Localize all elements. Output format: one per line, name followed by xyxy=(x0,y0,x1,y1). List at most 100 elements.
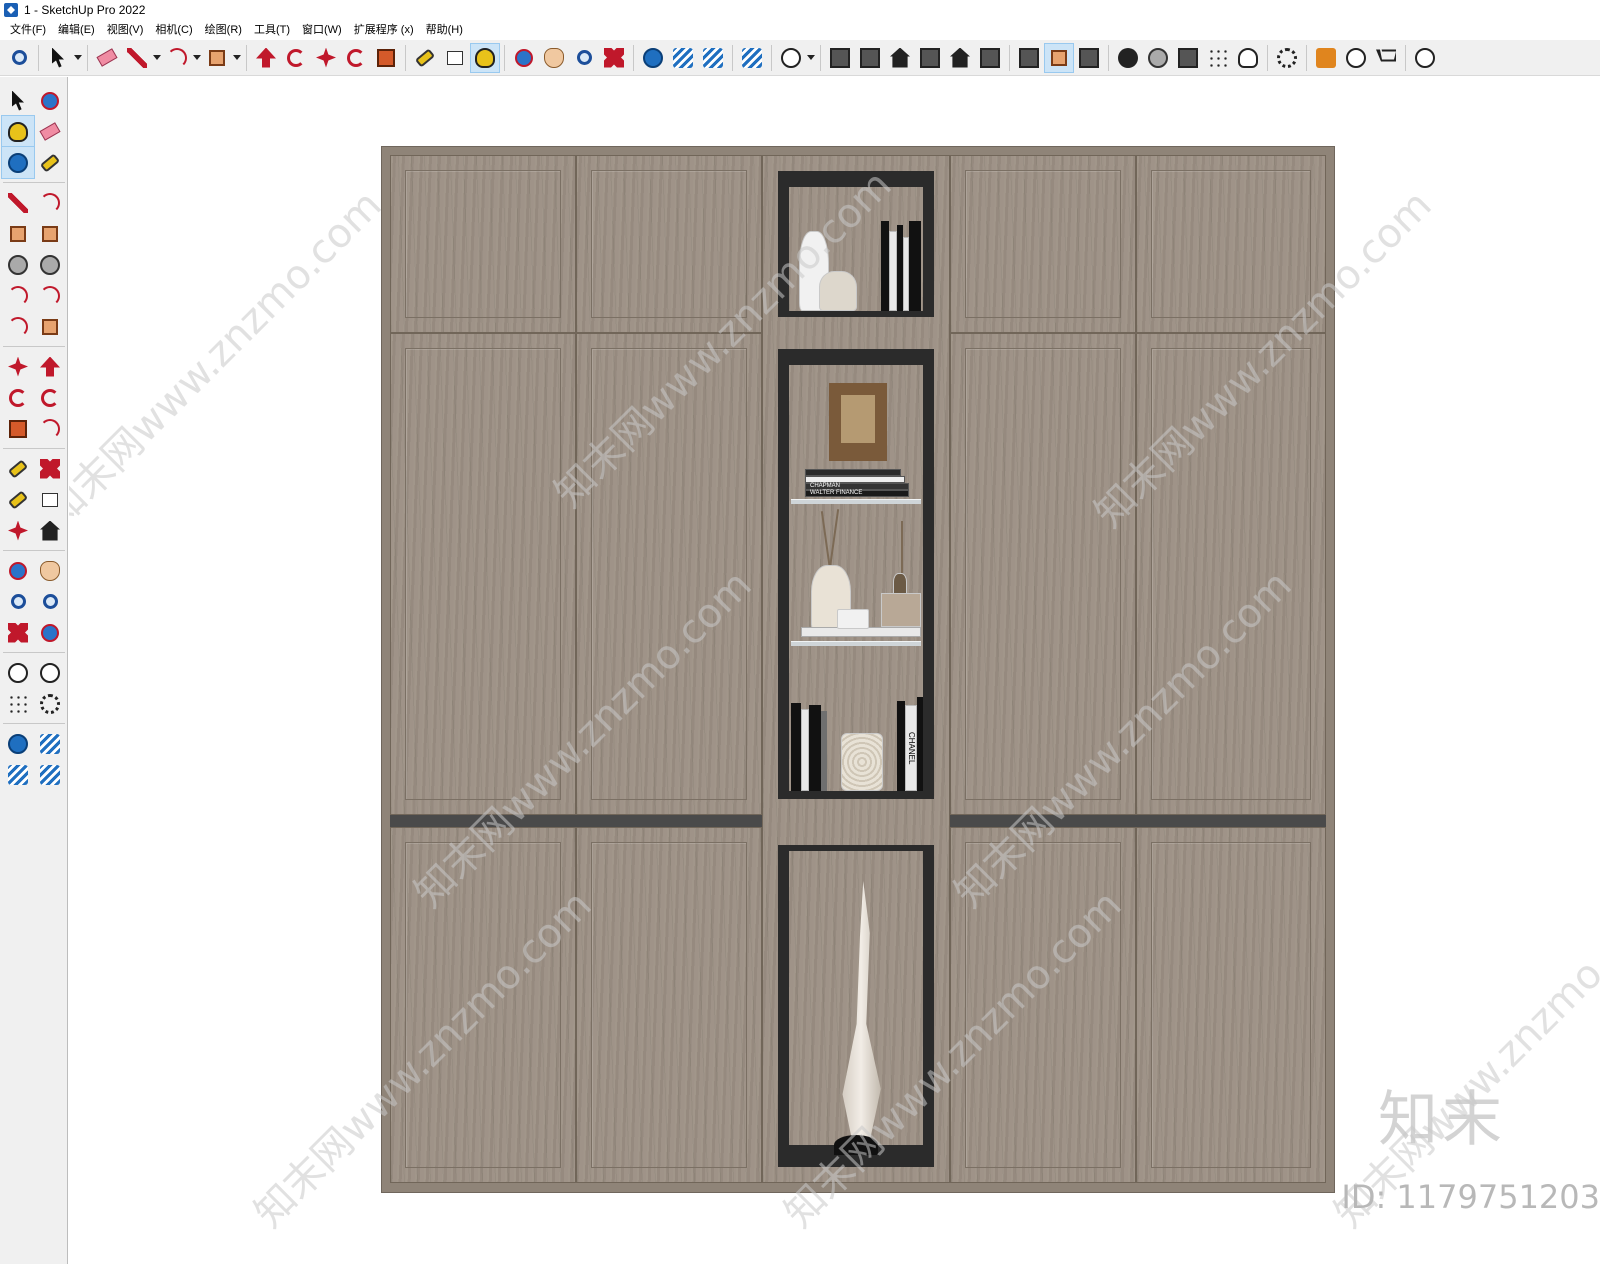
dropdown-arrow-icon[interactable] xyxy=(73,43,83,73)
zoom-window-tool[interactable] xyxy=(34,586,66,617)
wardrobe-model[interactable]: CHAPMAN WALTER FINANCE CHANEL xyxy=(381,146,1335,1193)
move-tool[interactable] xyxy=(2,351,34,382)
look-around-tool[interactable] xyxy=(34,657,66,688)
pan-button[interactable] xyxy=(539,43,569,73)
dropdown-arrow-icon[interactable] xyxy=(232,43,242,73)
walk-tool[interactable] xyxy=(2,688,34,719)
extension-manager-button[interactable] xyxy=(737,43,767,73)
zoom-extents-tool[interactable] xyxy=(2,617,34,648)
menu-draw[interactable]: 绘图(R) xyxy=(199,20,248,40)
3d-warehouse-button[interactable] xyxy=(638,43,668,73)
extension-warehouse-button[interactable] xyxy=(668,43,698,73)
zoom-tool[interactable] xyxy=(2,586,34,617)
zoom-button[interactable] xyxy=(4,43,34,73)
orbit-tool[interactable] xyxy=(34,85,66,116)
3d-text-tool[interactable] xyxy=(34,515,66,546)
pie-tool[interactable] xyxy=(34,311,66,342)
orbit-button[interactable] xyxy=(509,43,539,73)
info-button[interactable] xyxy=(1341,43,1371,73)
photo-textures-button[interactable] xyxy=(1173,43,1203,73)
select-button[interactable] xyxy=(43,43,73,73)
top-view-button[interactable] xyxy=(855,43,885,73)
scale-button[interactable] xyxy=(371,43,401,73)
cabinet-door[interactable] xyxy=(950,333,1136,815)
toggle-terrain-button[interactable] xyxy=(1143,43,1173,73)
line-tool[interactable] xyxy=(2,187,34,218)
move-button[interactable] xyxy=(311,43,341,73)
tag-tool[interactable] xyxy=(34,147,66,178)
profile-button[interactable] xyxy=(1410,43,1440,73)
menu-edit[interactable]: 编辑(E) xyxy=(52,20,101,40)
circle-tool[interactable] xyxy=(2,249,34,280)
freehand-tool[interactable] xyxy=(34,187,66,218)
pan-tool[interactable] xyxy=(34,555,66,586)
cabinet-door[interactable] xyxy=(950,827,1136,1183)
3d-warehouse-tool[interactable] xyxy=(2,728,34,759)
cloud-upload-button[interactable] xyxy=(1233,43,1263,73)
menu-window[interactable]: 窗口(W) xyxy=(296,20,348,40)
position-camera-tool[interactable] xyxy=(2,657,34,688)
cabinet-door[interactable] xyxy=(576,333,762,815)
line-button[interactable] xyxy=(122,43,152,73)
cabinet-door[interactable] xyxy=(1136,827,1326,1183)
section-cuts-button[interactable] xyxy=(1074,43,1104,73)
right-view-button[interactable] xyxy=(915,43,945,73)
extension-warehouse-tool[interactable] xyxy=(34,728,66,759)
dropdown-arrow-icon[interactable] xyxy=(806,43,816,73)
axes-tool[interactable] xyxy=(2,515,34,546)
orbit-tool[interactable] xyxy=(2,555,34,586)
settings-button[interactable] xyxy=(1272,43,1302,73)
offset-tool[interactable] xyxy=(34,413,66,444)
polygon-tool[interactable] xyxy=(34,249,66,280)
two-point-arc-tool[interactable] xyxy=(34,280,66,311)
rotated-rectangle-tool[interactable] xyxy=(34,218,66,249)
text-tool[interactable] xyxy=(34,484,66,515)
follow-me-button[interactable] xyxy=(281,43,311,73)
three-point-arc-tool[interactable] xyxy=(2,311,34,342)
menu-tools[interactable]: 工具(T) xyxy=(248,20,296,40)
section-plane-tool[interactable] xyxy=(34,688,66,719)
menu-help[interactable]: 帮助(H) xyxy=(420,20,469,40)
rotate-tool[interactable] xyxy=(2,382,34,413)
rectangle-button[interactable] xyxy=(202,43,232,73)
share-model-tool[interactable] xyxy=(2,759,34,790)
top-display-niche[interactable] xyxy=(778,171,934,317)
dropdown-arrow-icon[interactable] xyxy=(152,43,162,73)
arc-button[interactable] xyxy=(162,43,192,73)
menu-camera[interactable]: 相机(C) xyxy=(149,20,198,40)
text-button[interactable] xyxy=(440,43,470,73)
paint-bucket-button[interactable] xyxy=(470,42,500,73)
cabinet-door[interactable] xyxy=(950,155,1136,333)
left-view-button[interactable] xyxy=(975,43,1005,73)
tape-measure-button[interactable] xyxy=(410,43,440,73)
push-pull-button[interactable] xyxy=(251,43,281,73)
cabinet-door[interactable] xyxy=(390,155,576,333)
menu-extensions[interactable]: 扩展程序 (x) xyxy=(348,20,420,40)
cabinet-door[interactable] xyxy=(1136,333,1326,815)
cabinet-door[interactable] xyxy=(576,827,762,1183)
zoom-tool-button[interactable] xyxy=(569,43,599,73)
rectangle-tool[interactable] xyxy=(2,218,34,249)
section-plane-button[interactable] xyxy=(1014,43,1044,73)
zoom-extents-button[interactable] xyxy=(599,43,629,73)
middle-display-niche[interactable]: CHAPMAN WALTER FINANCE CHANEL xyxy=(778,349,934,799)
display-section-button[interactable] xyxy=(1044,42,1074,73)
tape-measure-tool[interactable] xyxy=(2,453,34,484)
back-view-button[interactable] xyxy=(945,43,975,73)
rotate-button[interactable] xyxy=(341,43,371,73)
protractor-tool[interactable] xyxy=(2,484,34,515)
cabinet-door[interactable] xyxy=(390,333,576,815)
cabinet-door[interactable] xyxy=(576,155,762,333)
scale-tool[interactable] xyxy=(2,413,34,444)
add-location-button[interactable] xyxy=(1113,43,1143,73)
menu-view[interactable]: 视图(V) xyxy=(101,20,150,40)
share-model-button[interactable] xyxy=(698,43,728,73)
match-photo-button[interactable] xyxy=(1203,43,1233,73)
bottom-display-niche[interactable] xyxy=(778,845,934,1167)
cabinet-door[interactable] xyxy=(390,827,576,1183)
follow-me-tool[interactable] xyxy=(34,382,66,413)
dropdown-arrow-icon[interactable] xyxy=(192,43,202,73)
front-view-button[interactable] xyxy=(885,43,915,73)
store-cart-button[interactable] xyxy=(1371,43,1401,73)
eraser-tool[interactable] xyxy=(34,116,66,147)
